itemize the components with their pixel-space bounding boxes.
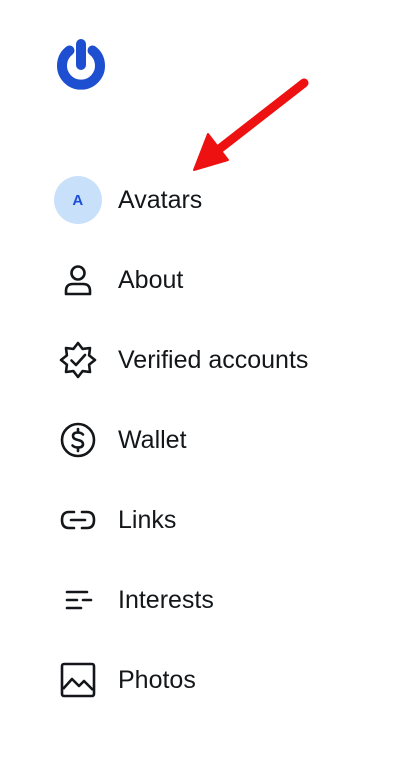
sidebar-item-wallet[interactable]: Wallet bbox=[54, 400, 394, 480]
sidebar-item-label: Interests bbox=[118, 585, 214, 614]
sidebar-item-about[interactable]: About bbox=[54, 240, 394, 320]
avatar: A bbox=[54, 176, 102, 224]
verified-badge-icon bbox=[54, 336, 102, 384]
image-icon bbox=[54, 656, 102, 704]
avatar-icon: A bbox=[54, 176, 102, 224]
sidebar-nav: A Avatars About Verified accounts Wallet… bbox=[54, 160, 394, 720]
sidebar-item-label: Verified accounts bbox=[118, 345, 309, 374]
sidebar-item-label: Avatars bbox=[118, 185, 203, 214]
sidebar-item-verified-accounts[interactable]: Verified accounts bbox=[54, 320, 394, 400]
power-logo-icon[interactable] bbox=[54, 38, 108, 92]
sidebar-item-label: Links bbox=[118, 505, 177, 534]
person-icon bbox=[54, 256, 102, 304]
sidebar-item-photos[interactable]: Photos bbox=[54, 640, 394, 720]
sidebar-item-interests[interactable]: Interests bbox=[54, 560, 394, 640]
sidebar-page: A Avatars About Verified accounts Wallet… bbox=[0, 0, 410, 760]
list-lines-icon bbox=[54, 576, 102, 624]
sidebar-item-avatars[interactable]: A Avatars bbox=[54, 160, 394, 240]
sidebar-item-label: Wallet bbox=[118, 425, 187, 454]
sidebar-item-label: About bbox=[118, 265, 184, 294]
sidebar-item-links[interactable]: Links bbox=[54, 480, 394, 560]
sidebar-item-label: Photos bbox=[118, 665, 196, 694]
link-icon bbox=[54, 496, 102, 544]
dollar-coin-icon bbox=[54, 416, 102, 464]
